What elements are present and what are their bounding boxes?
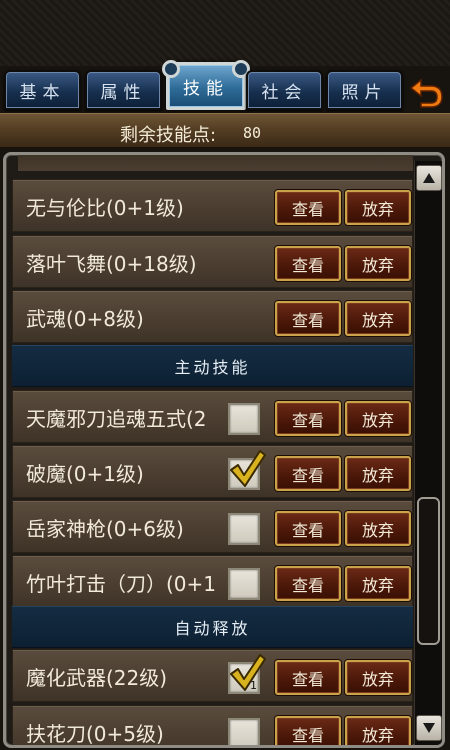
checkmark-icon — [230, 450, 266, 487]
auto-checkbox[interactable] — [228, 718, 260, 745]
skill-name: 竹叶打击（刀）(0+1 — [26, 572, 217, 596]
scrollbar[interactable] — [414, 161, 442, 745]
skill-row: 岳家神枪(0+6级) 查看 放弃 — [12, 500, 413, 553]
skill-name: 岳家神枪(0+6级) — [26, 517, 184, 541]
skill-row: 魔化武器(22级) 1 查看 放弃 — [12, 649, 413, 702]
skill-name: 武魂(0+8级) — [26, 307, 144, 331]
view-button[interactable]: 查看 — [275, 716, 341, 745]
drop-button[interactable]: 放弃 — [345, 246, 411, 281]
skill-row: 扶花刀(0+5级) 查看 放弃 — [12, 705, 413, 745]
skill-name: 破魔(0+1级) — [26, 462, 144, 486]
skill-row: 天魔邪刀追魂五式(2 查看 放弃 — [12, 390, 413, 443]
skill-list[interactable]: 无与伦比(0+1级) 查看 放弃 落叶飞舞(0+18级) 查看 放弃 武魂(0+… — [12, 155, 413, 745]
auto-checkbox[interactable]: 1 — [228, 654, 266, 694]
drop-button[interactable]: 放弃 — [345, 301, 411, 336]
skill-name: 魔化武器(22级) — [26, 666, 168, 690]
view-button[interactable]: 查看 — [275, 190, 341, 225]
back-arrow-icon — [409, 78, 443, 108]
triangle-up-icon — [423, 173, 435, 183]
tab-basic[interactable]: 基本 — [4, 70, 81, 110]
scroll-down-button[interactable] — [416, 715, 442, 741]
scroll-thumb[interactable] — [417, 497, 440, 645]
auto-checkbox[interactable] — [228, 568, 260, 600]
skill-name: 无与伦比(0+1级) — [26, 196, 184, 220]
checkbox-count: 1 — [250, 679, 257, 692]
tab-bar: 基本 属性 技能 社会 照片 — [4, 60, 404, 112]
tab-photos[interactable]: 照片 — [326, 70, 403, 110]
auto-checkbox[interactable] — [228, 450, 266, 490]
view-button[interactable]: 查看 — [275, 511, 341, 546]
drop-button[interactable]: 放弃 — [345, 401, 411, 436]
section-header-active: 主动技能 — [12, 345, 413, 387]
skill-name: 落叶飞舞(0+18级) — [26, 252, 197, 276]
auto-checkbox[interactable] — [228, 513, 260, 545]
drop-button[interactable]: 放弃 — [345, 566, 411, 601]
top-background — [0, 0, 450, 66]
drop-button[interactable]: 放弃 — [345, 660, 411, 695]
skill-row: 无与伦比(0+1级) 查看 放弃 — [12, 179, 413, 232]
skill-row: 竹叶打击（刀）(0+1 查看 放弃 — [12, 555, 413, 608]
view-button[interactable]: 查看 — [275, 566, 341, 601]
auto-checkbox[interactable] — [228, 403, 260, 435]
scroll-up-button[interactable] — [416, 165, 442, 191]
skill-points-label: 剩余技能点: — [120, 125, 217, 146]
view-button[interactable]: 查看 — [275, 401, 341, 436]
drop-button[interactable]: 放弃 — [345, 511, 411, 546]
skill-name: 天魔邪刀追魂五式(2 — [26, 407, 207, 431]
skill-row: 落叶飞舞(0+18级) 查看 放弃 — [12, 235, 413, 288]
skill-name: 扶花刀(0+5级) — [26, 722, 164, 745]
view-button[interactable]: 查看 — [275, 456, 341, 491]
drop-button[interactable]: 放弃 — [345, 190, 411, 225]
skill-points-bar: 剩余技能点: 80 — [0, 113, 450, 149]
section-header-auto: 自动释放 — [12, 606, 413, 648]
skill-row: 武魂(0+8级) 查看 放弃 — [12, 290, 413, 343]
checkmark-icon — [230, 654, 266, 691]
tab-skills[interactable]: 技能 — [162, 60, 250, 110]
view-button[interactable]: 查看 — [275, 660, 341, 695]
tab-attributes[interactable]: 属性 — [85, 70, 162, 110]
skill-points-value: 80 — [243, 124, 262, 142]
skill-row: 破魔(0+1级) 查看 放弃 — [12, 445, 413, 498]
tab-social[interactable]: 社会 — [246, 70, 323, 110]
triangle-down-icon — [423, 723, 435, 733]
drop-button[interactable]: 放弃 — [345, 456, 411, 491]
drop-button[interactable]: 放弃 — [345, 716, 411, 745]
back-button[interactable] — [406, 74, 446, 110]
view-button[interactable]: 查看 — [275, 301, 341, 336]
partial-row-top — [18, 155, 413, 171]
view-button[interactable]: 查看 — [275, 246, 341, 281]
skill-list-panel: 无与伦比(0+1级) 查看 放弃 落叶飞舞(0+18级) 查看 放弃 武魂(0+… — [3, 152, 445, 748]
